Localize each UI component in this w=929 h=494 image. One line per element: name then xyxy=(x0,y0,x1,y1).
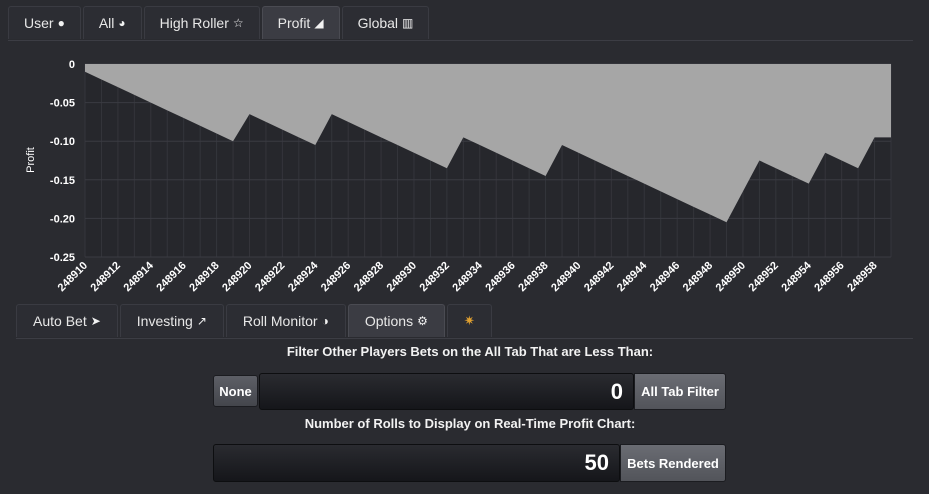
tab-all-label: All xyxy=(98,15,115,31)
rolls-input[interactable]: 50 xyxy=(213,444,620,482)
tab-roll-monitor-label: Roll Monitor xyxy=(242,313,318,329)
star-burst-icon: ✷ xyxy=(463,313,475,328)
x-tick-label: 248944 xyxy=(615,259,650,294)
x-tick-label: 248952 xyxy=(747,260,781,294)
tab-global[interactable]: Global ▥ xyxy=(341,6,430,39)
x-tick-label: 248916 xyxy=(154,260,188,294)
tab-high-roller-label: High Roller xyxy=(159,15,229,31)
tab-investing-label: Investing xyxy=(136,313,193,329)
y-tick-label: -0.20 xyxy=(50,213,75,225)
x-tick-label: 248958 xyxy=(845,260,879,294)
top-tab-bar: User ● All ◕ High Roller ☆ Profit ◢ Glob… xyxy=(8,6,929,41)
rocket-icon: ➤ xyxy=(90,314,101,328)
x-tick-label: 248954 xyxy=(779,259,814,294)
x-tick-label: 248926 xyxy=(319,260,353,294)
bets-rendered-label: Bets Rendered xyxy=(620,444,726,482)
x-tick-label: 248928 xyxy=(352,260,386,294)
x-tick-label: 248918 xyxy=(187,260,221,294)
profit-chart: 0-0.05-0.10-0.15-0.20-0.25 2489102489122… xyxy=(25,59,892,294)
y-tick-label: -0.15 xyxy=(50,175,75,187)
gear-icon: ⚙ xyxy=(417,314,428,328)
y-axis-label: Profit xyxy=(25,147,37,173)
x-tick-label: 248930 xyxy=(385,260,419,294)
x-tick-label: 248914 xyxy=(121,259,156,294)
tab-auto-bet[interactable]: Auto Bet ➤ xyxy=(16,304,118,337)
tab-user[interactable]: User ● xyxy=(8,6,81,39)
x-tick-label: 248938 xyxy=(516,260,550,294)
user-icon: ● xyxy=(57,16,65,30)
tab-user-label: User xyxy=(24,15,54,31)
tab-roll-monitor[interactable]: Roll Monitor ◑ xyxy=(225,304,346,337)
y-axis-ticks: 0 -0.05 -0.10 -0.15 -0.20 -0.25 xyxy=(50,59,75,264)
x-tick-label: 248950 xyxy=(714,260,748,294)
tab-auto-bet-label: Auto Bet xyxy=(33,313,87,329)
bottom-tab-bar: Auto Bet ➤ Investing ↗ Roll Monitor ◑ Op… xyxy=(16,304,929,339)
x-tick-label: 248912 xyxy=(89,260,123,294)
rolls-row: 50 Bets Rendered xyxy=(213,444,726,482)
y-tick-label: -0.10 xyxy=(50,136,75,148)
tab-bar-divider xyxy=(16,338,913,339)
tab-global-label: Global xyxy=(357,15,399,31)
x-tick-label: 248922 xyxy=(253,260,287,294)
filter-row: None 0 All Tab Filter xyxy=(213,373,726,410)
none-button[interactable]: None xyxy=(213,375,258,407)
filter-input[interactable]: 0 xyxy=(259,373,634,410)
x-axis-ticks: 2489102489122489142489162489182489202489… xyxy=(56,259,880,294)
x-tick-label: 248932 xyxy=(418,260,452,294)
star-outline-icon: ☆ xyxy=(232,16,244,30)
y-tick-label: -0.25 xyxy=(50,252,75,264)
x-tick-label: 248940 xyxy=(549,260,583,294)
tab-bar-divider xyxy=(8,40,913,41)
x-tick-label: 248956 xyxy=(812,260,846,294)
y-tick-label: 0 xyxy=(69,59,75,71)
filter-heading: Filter Other Players Bets on the All Tab… xyxy=(286,344,654,359)
tab-investing[interactable]: Investing ↗ xyxy=(119,304,224,337)
x-tick-label: 248910 xyxy=(56,260,90,294)
rolls-heading: Number of Rolls to Display on Real-Time … xyxy=(304,416,636,431)
x-tick-label: 248946 xyxy=(648,260,682,294)
tab-profit-label: Profit xyxy=(277,15,311,31)
tab-options-label: Options xyxy=(364,313,414,329)
x-tick-label: 248948 xyxy=(681,260,715,294)
dashboard-icon: ◑ xyxy=(321,314,329,328)
x-tick-label: 248920 xyxy=(220,260,254,294)
tab-extra[interactable]: ✷ xyxy=(446,304,492,337)
tab-all[interactable]: All ◕ xyxy=(82,6,142,39)
y-tick-label: -0.05 xyxy=(50,98,75,110)
x-tick-label: 248942 xyxy=(582,260,616,294)
all-tab-filter-button[interactable]: All Tab Filter xyxy=(634,373,726,410)
tab-high-roller[interactable]: High Roller ☆ xyxy=(143,6,260,39)
x-tick-label: 248936 xyxy=(483,260,517,294)
globe-icon: ◕ xyxy=(118,16,126,30)
x-tick-label: 248924 xyxy=(286,259,321,294)
area-chart-icon: ◢ xyxy=(314,16,324,30)
bar-chart-icon: ▥ xyxy=(402,16,414,30)
tab-options[interactable]: Options ⚙ xyxy=(347,304,445,337)
x-tick-label: 248934 xyxy=(450,259,485,294)
tab-profit[interactable]: Profit ◢ xyxy=(261,6,340,39)
line-chart-icon: ↗ xyxy=(196,314,207,328)
